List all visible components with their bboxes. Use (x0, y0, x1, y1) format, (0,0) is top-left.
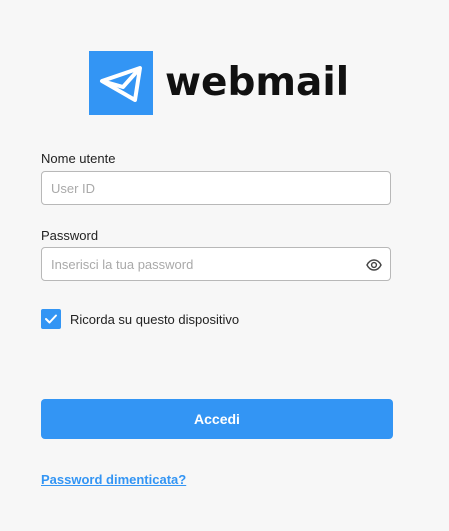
remember-device-row[interactable]: Ricorda su questo dispositivo (41, 309, 239, 329)
password-input[interactable] (42, 248, 390, 280)
username-field-wrapper (41, 171, 391, 205)
forgot-password-link[interactable]: Password dimenticata? (41, 472, 186, 487)
password-label: Password (41, 228, 99, 243)
username-label: Nome utente (41, 151, 116, 166)
checkmark-icon (45, 314, 57, 324)
brand-name: webmail (165, 59, 350, 105)
remember-checkbox[interactable] (41, 309, 61, 329)
password-field-wrapper (41, 247, 391, 281)
remember-label: Ricorda su questo dispositivo (70, 311, 240, 327)
envelope-icon (89, 51, 153, 115)
brand-header: webmail (89, 51, 349, 115)
username-input[interactable] (42, 172, 390, 204)
login-button[interactable]: Accedi (41, 399, 393, 439)
eye-icon[interactable] (366, 257, 382, 273)
login-page: webmail Nome utente Password Ricorda su … (0, 0, 449, 531)
